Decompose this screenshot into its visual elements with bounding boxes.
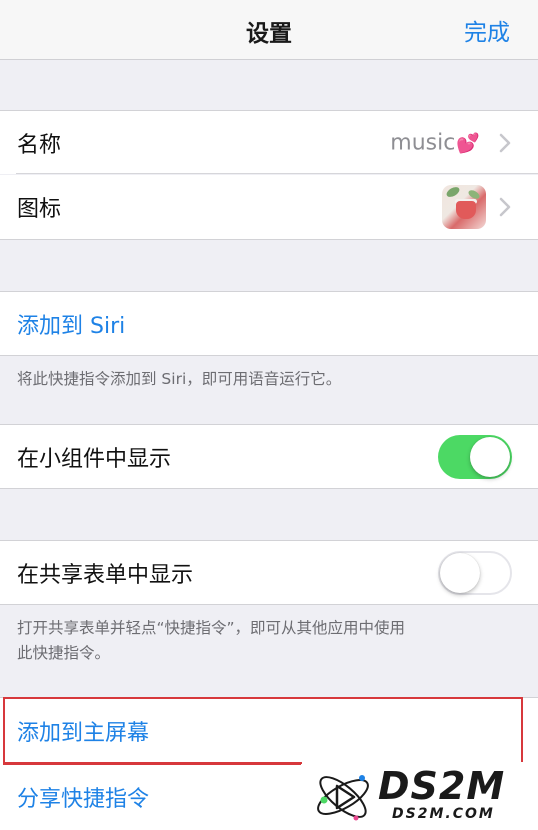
share-note-line2: 此快捷指令。 [17, 644, 111, 662]
watermark-subtitle: DS2M.COM [392, 806, 495, 822]
watermark: DS2M DS2M.COM [302, 762, 538, 830]
done-button[interactable]: 完成 [464, 13, 510, 47]
share-shortcut-label: 分享快捷指令 [17, 786, 150, 812]
show-in-share-sheet-toggle[interactable] [438, 550, 512, 595]
add-to-siri-row[interactable]: 添加到 Siri [0, 291, 538, 356]
show-in-share-sheet-row: 在共享表单中显示 [0, 540, 538, 605]
add-to-siri-label: 添加到 Siri [17, 313, 126, 339]
add-to-home-screen-row[interactable]: 添加到主屏幕 [0, 697, 538, 763]
atom-logo-icon [317, 775, 369, 821]
toggle-knob [470, 436, 510, 477]
toggle-knob [440, 552, 480, 593]
show-in-share-sheet-label: 在共享表单中显示 [17, 562, 194, 588]
icon-row[interactable]: 图标 [0, 175, 538, 240]
navigation-bar: 设置 完成 [0, 0, 538, 60]
share-sheet-footer-note: 打开共享表单并轻点“快捷指令”，即可从其他应用中使用 此快捷指令。 [17, 616, 517, 666]
show-in-widget-toggle[interactable] [438, 434, 512, 479]
name-value: music💕 [390, 130, 480, 155]
shortcut-icon-thumbnail [442, 185, 486, 229]
add-to-home-screen-label: 添加到主屏幕 [17, 720, 150, 746]
highlight-annotation-line [3, 763, 301, 765]
show-in-widget-row: 在小组件中显示 [0, 424, 538, 489]
chevron-right-icon [499, 133, 511, 152]
page-title: 设置 [246, 21, 292, 47]
name-label: 名称 [17, 132, 62, 158]
show-in-widget-label: 在小组件中显示 [17, 446, 172, 472]
watermark-title: DS2M [378, 764, 506, 808]
chevron-right-icon [499, 197, 511, 217]
icon-label: 图标 [17, 197, 62, 222]
heart-emoji: 💕 [456, 132, 480, 154]
name-row[interactable]: 名称 music💕 [0, 110, 538, 174]
share-note-line1: 打开共享表单并轻点“快捷指令”，即可从其他应用中使用 [17, 619, 406, 637]
siri-footer-note: 将此快捷指令添加到 Siri，即可用语音运行它。 [17, 370, 342, 388]
